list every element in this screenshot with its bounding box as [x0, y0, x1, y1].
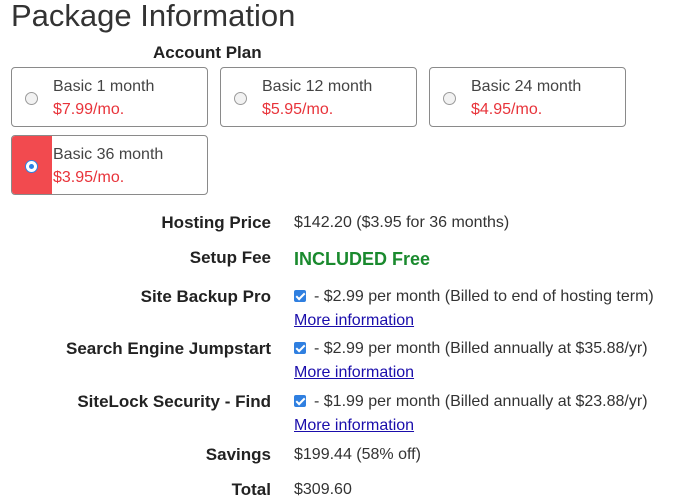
site-backup-more-info-link[interactable]: More information	[294, 312, 414, 330]
plan-option-basic-12-month[interactable]: Basic 12 month $5.95/mo.	[220, 67, 417, 127]
plan-option-basic-1-month[interactable]: Basic 1 month $7.99/mo.	[11, 67, 208, 127]
plan-option-basic-36-month[interactable]: Basic 36 month $3.95/mo.	[11, 135, 208, 195]
search-engine-price: - $2.99 per month (Billed annually at $3…	[314, 340, 648, 357]
sitelock-price: - $1.99 per month (Billed annually at $2…	[314, 393, 648, 410]
search-engine-checkbox[interactable]	[294, 342, 306, 354]
site-backup-price: - $2.99 per month (Billed to end of host…	[314, 288, 654, 305]
sitelock-row: - $1.99 per month (Billed annually at $2…	[294, 393, 648, 411]
savings-value: $199.44 (58% off)	[294, 446, 421, 463]
plan-price: $5.95/mo.	[262, 101, 334, 118]
setup-fee-label: Setup Fee	[189, 248, 271, 267]
plan-name: Basic 1 month	[53, 78, 155, 95]
plan-price: $7.99/mo.	[53, 101, 125, 118]
total-value: $309.60	[294, 481, 352, 498]
plan-price: $3.95/mo.	[53, 169, 125, 186]
site-backup-label: Site Backup Pro	[140, 287, 271, 306]
sitelock-checkbox[interactable]	[294, 395, 306, 407]
hosting-price-value: $142.20 ($3.95 for 36 months)	[294, 214, 510, 231]
search-engine-more-info-link[interactable]: More information	[294, 364, 414, 382]
setup-fee-value: INCLUDED Free	[294, 249, 431, 269]
site-backup-row: - $2.99 per month (Billed to end of host…	[294, 288, 654, 306]
plan-option-basic-24-month[interactable]: Basic 24 month $4.95/mo.	[429, 67, 626, 127]
radio-button[interactable]	[234, 92, 247, 105]
plan-name: Basic 36 month	[53, 146, 164, 163]
sitelock-label: SiteLock Security - Find	[77, 392, 271, 411]
radio-button[interactable]	[25, 92, 38, 105]
page-title: Package Information	[11, 0, 296, 33]
savings-label: Savings	[205, 445, 271, 464]
plan-name: Basic 24 month	[471, 78, 582, 95]
sitelock-more-info-link[interactable]: More information	[294, 417, 414, 435]
search-engine-label: Search Engine Jumpstart	[65, 339, 271, 358]
radio-button-selected[interactable]	[25, 160, 38, 173]
radio-button[interactable]	[443, 92, 456, 105]
plan-name: Basic 12 month	[262, 78, 373, 95]
site-backup-checkbox[interactable]	[294, 290, 306, 302]
search-engine-row: - $2.99 per month (Billed annually at $3…	[294, 340, 648, 358]
account-plan-label: Account Plan	[153, 43, 262, 62]
total-label: Total	[231, 480, 271, 499]
hosting-price-label: Hosting Price	[161, 213, 271, 232]
plan-price: $4.95/mo.	[471, 101, 543, 118]
